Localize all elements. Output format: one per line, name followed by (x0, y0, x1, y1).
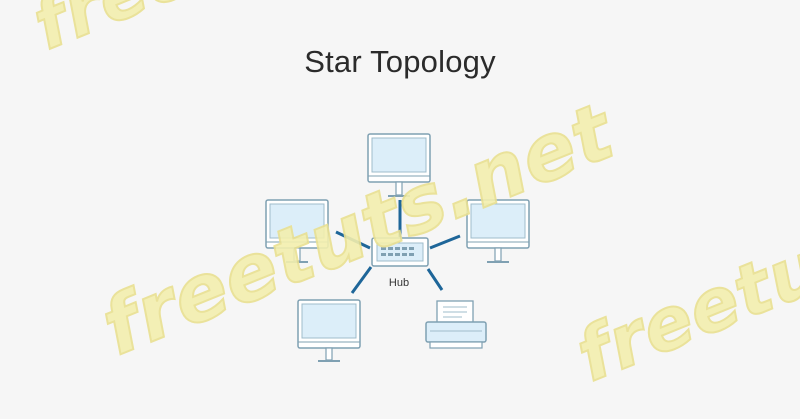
link-hub-monitor-bottom-left (350, 266, 373, 294)
monitor-right (466, 199, 530, 263)
hub-device (371, 237, 429, 267)
link-hub-monitor-right (429, 234, 461, 250)
monitor-left (265, 199, 329, 263)
printer (425, 300, 487, 349)
hub-label: Hub (388, 277, 410, 289)
monitor-top (367, 133, 431, 197)
link-hub-printer (426, 268, 444, 291)
link-hub-monitor-left (335, 230, 371, 250)
monitor-bottom-left (297, 299, 361, 362)
diagram-canvas: Star Topology Hub freetuts.net freetuts.… (0, 0, 800, 419)
topology-diagram (265, 133, 530, 362)
